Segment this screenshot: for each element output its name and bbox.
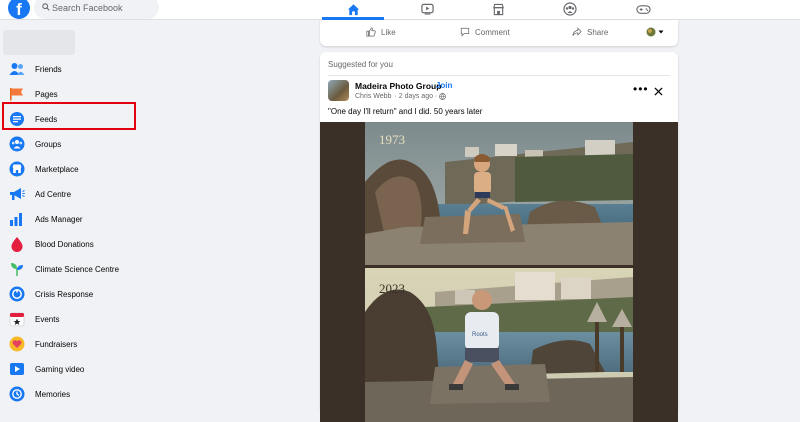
sidebar-item-climate[interactable]: Climate Science Centre — [6, 258, 136, 280]
sidebar-item-label: Blood Donations — [35, 239, 94, 249]
like-icon — [366, 27, 376, 37]
hide-post-button[interactable] — [654, 83, 663, 101]
crisis-response-icon — [8, 285, 26, 303]
pages-flag-icon — [8, 85, 26, 103]
sidebar-item-ads-manager[interactable]: Ads Manager — [6, 208, 136, 230]
group-avatar[interactable] — [328, 80, 349, 101]
sidebar-item-label: Ads Manager — [35, 214, 83, 224]
divider — [328, 75, 670, 76]
sidebar-item-label: Pages — [35, 89, 58, 99]
then-and-now-photo: 1973 Roots 2023 — [365, 122, 633, 422]
share-label: Share — [587, 27, 609, 37]
search-placeholder: Search Facebook — [52, 3, 123, 13]
sidebar-item-label: Groups — [35, 139, 62, 149]
profile-avatar-icon — [646, 27, 656, 37]
group-name-link[interactable]: Madeira Photo Group — [355, 81, 441, 91]
sidebar-item-gaming-video[interactable]: Gaming video — [6, 358, 136, 380]
friends-icon — [8, 60, 26, 78]
sidebar-item-fundraisers[interactable]: Fundraisers — [6, 333, 136, 355]
comment-label: Comment — [475, 27, 510, 37]
author-name-link[interactable]: Chris Webb — [355, 93, 391, 100]
top-navigation-bar: f Search Facebook — [0, 0, 800, 20]
sidebar-item-memories[interactable]: Memories — [6, 383, 136, 405]
sidebar-item-label: Gaming video — [35, 364, 85, 374]
previous-post-action-bar: Like Comment Share — [320, 20, 678, 46]
sidebar-item-friends[interactable]: Friends — [6, 58, 136, 80]
sidebar-item-label: Fundraisers — [35, 339, 78, 349]
nav-groups[interactable] — [555, 0, 585, 18]
nav-video[interactable] — [412, 0, 442, 18]
nav-gaming[interactable] — [628, 0, 658, 18]
share-icon — [572, 27, 582, 36]
suggested-post-card: Suggested for you Madeira Photo Group · … — [320, 52, 678, 422]
sidebar-item-label: Ad Centre — [35, 189, 72, 199]
comment-icon — [460, 27, 470, 37]
close-icon — [654, 87, 663, 96]
sidebar-item-label: Friends — [35, 64, 62, 74]
left-sidebar: Friends Pages Feeds Groups Marketplace A… — [0, 20, 140, 402]
comment-button[interactable]: Comment — [460, 27, 510, 37]
sidebar-item-blood-donations[interactable]: Blood Donations — [6, 233, 136, 255]
suggested-label: Suggested for you — [328, 60, 393, 69]
nav-home[interactable] — [338, 0, 368, 18]
like-label: Like — [381, 27, 396, 37]
sidebar-item-label: Crisis Response — [35, 289, 94, 299]
post-caption: "One day I'll return" and I did. 50 year… — [328, 107, 483, 116]
like-button[interactable]: Like — [366, 27, 396, 37]
sidebar-item-label: Events — [35, 314, 60, 324]
sidebar-item-label: Marketplace — [35, 164, 79, 174]
sidebar-item-label: Climate Science Centre — [35, 264, 120, 274]
sidebar-item-ad-centre[interactable]: Ad Centre — [6, 183, 136, 205]
marketplace-icon — [8, 160, 26, 178]
home-icon — [347, 3, 359, 15]
post-timestamp[interactable]: · 2 days ago · — [394, 93, 437, 100]
sidebar-item-crisis-response[interactable]: Crisis Response — [6, 283, 136, 305]
reaction-audience-selector[interactable] — [646, 27, 664, 37]
video-icon — [420, 3, 434, 15]
post-meta: Chris Webb · 2 days ago · — [355, 93, 447, 100]
sidebar-item-marketplace[interactable]: Marketplace — [6, 158, 136, 180]
gaming-video-icon — [8, 360, 26, 378]
post-photo[interactable]: 1973 Roots 2023 — [320, 122, 678, 422]
nav-marketplace[interactable] — [483, 0, 513, 18]
year-label-top: 1973 — [379, 132, 405, 147]
pages-highlight-annotation — [2, 102, 136, 130]
more-options-button[interactable]: ••• — [633, 82, 649, 96]
ad-centre-icon — [8, 185, 26, 203]
climate-icon — [8, 260, 26, 278]
globe-icon — [439, 93, 447, 100]
groups-icon — [8, 135, 26, 153]
gaming-icon — [635, 4, 651, 14]
groups-icon — [563, 2, 577, 16]
sidebar-item-events[interactable]: Events — [6, 308, 136, 330]
memories-icon — [8, 385, 26, 403]
svg-text:Roots: Roots — [472, 332, 488, 338]
events-icon — [8, 310, 26, 328]
year-label-bottom: 2023 — [379, 281, 405, 296]
blood-drop-icon — [8, 235, 26, 253]
chevron-down-icon — [658, 30, 664, 34]
facebook-logo[interactable]: f — [8, 0, 30, 19]
marketplace-icon — [492, 3, 504, 15]
sidebar-item-label: Memories — [35, 389, 71, 399]
join-group-button[interactable]: · Join — [431, 81, 452, 90]
search-icon — [42, 3, 50, 11]
sidebar-item-groups[interactable]: Groups — [6, 133, 136, 155]
search-input[interactable]: Search Facebook — [34, 0, 159, 19]
fundraisers-icon — [8, 335, 26, 353]
ads-manager-icon — [8, 210, 26, 228]
profile-shortcut[interactable] — [3, 30, 75, 55]
share-button[interactable]: Share — [572, 27, 608, 37]
